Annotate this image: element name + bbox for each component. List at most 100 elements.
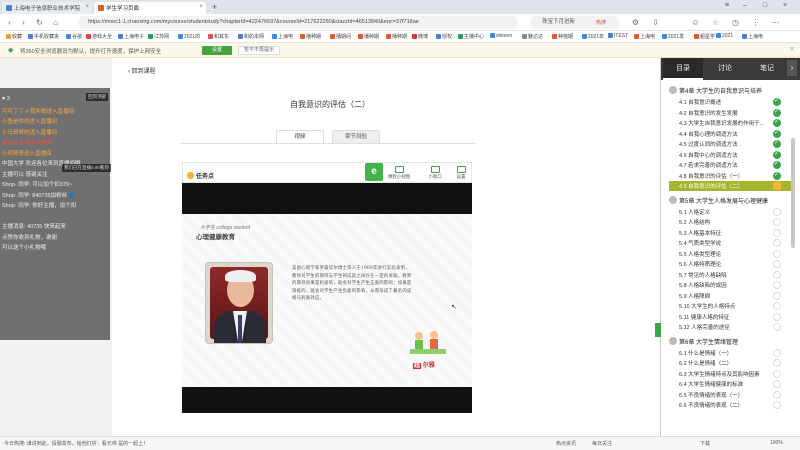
side-toggle-handle[interactable] xyxy=(655,323,661,337)
section-item[interactable]: 5.6 人格特质理论 xyxy=(679,260,783,268)
bookmark-item[interactable]: 上海电 xyxy=(272,33,293,40)
bookmark-item[interactable]: 江苏网 xyxy=(148,33,169,40)
section-item[interactable]: 4.6 自我中心的调适方法 xyxy=(679,151,783,159)
section-item[interactable]: 5.8 人格缺陷的成因 xyxy=(679,281,783,289)
settings-button[interactable]: 设置 xyxy=(449,166,473,180)
bookmark-item[interactable]: 超星学 xyxy=(694,33,715,40)
bookmark-item[interactable]: 2021 xyxy=(716,33,733,39)
section-item[interactable]: 5.11 健康人格的特征 xyxy=(679,313,783,321)
bookmark-item[interactable]: 2021年 xyxy=(582,33,604,40)
section-item[interactable]: 5.3 人格基本特征 xyxy=(679,229,783,237)
bookmark-item[interactable]: 上海电 xyxy=(634,33,655,40)
dismiss-notice-button[interactable]: 暂不不再提示 xyxy=(238,46,280,55)
bookmark-item[interactable]: 播种期 xyxy=(300,33,321,40)
bookmark-item[interactable]: 微博 xyxy=(412,33,428,40)
menu-icon[interactable]: ≡ xyxy=(720,2,734,9)
close-tab-icon[interactable]: × xyxy=(85,4,89,10)
section-item[interactable]: 6.6 不良情绪的表现（二） xyxy=(679,401,783,409)
section-item[interactable]: 6.1 什么是情绪（一） xyxy=(679,349,783,357)
zoom-level[interactable]: 100% xyxy=(770,440,783,446)
refresh-icon[interactable]: ↻ xyxy=(34,17,45,28)
section-item[interactable]: 5.2 人格结构 xyxy=(679,218,783,226)
tools-icon[interactable]: ⋮ xyxy=(750,17,761,28)
bookmark-item[interactable]: 魅达达 xyxy=(522,33,543,40)
bookmark-item[interactable]: 上海电子 xyxy=(118,33,144,40)
close-notice-icon[interactable]: × xyxy=(790,46,794,53)
bookmark-item[interactable]: 播期间 xyxy=(330,33,351,40)
bookmark-item[interactable]: 上海电 xyxy=(742,33,763,40)
hot-search-label[interactable]: 热搜 xyxy=(596,19,606,26)
section-item[interactable]: 5.4 气质类型学说 xyxy=(679,239,783,247)
chapter-heading[interactable]: 第4章 大学生的自我意识与培养 xyxy=(669,86,793,95)
close-tab-icon[interactable]: × xyxy=(199,4,203,10)
section-item[interactable]: 4.3 大学生自我意识发展的作用于... xyxy=(679,119,783,127)
bookmark-item[interactable]: 游戏大全 xyxy=(86,33,112,40)
status-news[interactable]: 今日热搜: 谁说到此，投融发布，给他打折：看元帅 是的一起上！ xyxy=(4,440,148,447)
status-item[interactable]: 每日关注 xyxy=(592,440,612,447)
section-item[interactable]: 5.7 常见的人格缺陷 xyxy=(679,271,783,279)
set-default-button[interactable]: 设置 xyxy=(202,46,232,55)
section-item[interactable]: 4.1 自我意识概述 xyxy=(679,98,783,106)
chapter-heading[interactable]: 第6章 大学生情绪管理 xyxy=(669,336,793,346)
maximize-icon[interactable]: □ xyxy=(758,2,772,9)
section-item[interactable]: 5.1 人格定义 xyxy=(679,208,783,216)
search-field[interactable]: 珠宝下月进新 xyxy=(530,16,620,29)
section-item[interactable]: 6.4 大学生情绪健康的标准 xyxy=(679,380,783,388)
new-tab-button[interactable]: + xyxy=(212,2,217,12)
bookmark-item[interactable]: 谷歌 xyxy=(66,33,82,40)
section-item[interactable]: 5.9 人格障碍 xyxy=(679,292,783,300)
section-item[interactable]: 6.2 什么是情绪（二） xyxy=(679,359,783,367)
user-icon[interactable]: ☺ xyxy=(690,17,701,28)
bookmark-item[interactable]: shinem xyxy=(490,33,512,39)
bookmark-item[interactable]: 主播中心 xyxy=(458,33,484,40)
section-item[interactable]: 4.2 自我意识的发生发展 xyxy=(679,109,783,117)
tab-chapter-quiz[interactable]: 章节测验 xyxy=(332,130,380,144)
more-icon[interactable]: ⋯ xyxy=(770,17,781,28)
bookmark-item[interactable]: 种植期 xyxy=(552,33,573,40)
star-icon[interactable]: ☆ xyxy=(710,17,721,28)
url-field[interactable]: https://mooc1-1.chaoxing.com/mycourse/st… xyxy=(78,16,518,29)
section-item[interactable]: 6.5 不良情绪的表现（一） xyxy=(679,391,783,399)
section-item[interactable]: 5.10 大学生的人格特点 xyxy=(679,302,783,310)
overlay-tip[interactable]: 回到顶部 xyxy=(86,93,108,101)
bookmark-item[interactable]: 和的本网 xyxy=(238,33,264,40)
close-window-icon[interactable]: × xyxy=(778,2,792,9)
tab-catalog[interactable]: 目录 xyxy=(663,58,703,80)
bookmark-item[interactable]: 授权 xyxy=(436,33,452,40)
bookmark-item[interactable]: 播种期 xyxy=(386,33,407,40)
history-icon[interactable]: ◷ xyxy=(730,17,741,28)
browser-tab-1[interactable]: 上海电子信息职业技术学院 × xyxy=(2,2,92,14)
chapter-heading[interactable]: 第5章 大学生人格发展与心理健康 xyxy=(669,195,793,205)
minimize-icon[interactable]: – xyxy=(738,2,752,9)
section-item[interactable]: 4.4 自我心理的调适方法 xyxy=(679,130,783,138)
download-icon[interactable]: ⇩ xyxy=(650,17,661,28)
bookmark-item[interactable]: 2021发 xyxy=(662,33,684,40)
bookmark-item[interactable]: 播种期 xyxy=(358,33,379,40)
outline-scrollbar[interactable] xyxy=(791,138,795,248)
section-item[interactable]: 4.9 自我意识的评估（二） xyxy=(679,182,783,190)
section-item[interactable]: 6.3 大学生情绪特点及其影响因素 xyxy=(679,370,783,378)
bookmark-item[interactable]: 和其东 xyxy=(208,33,229,40)
bookmark-item[interactable]: ITEST xyxy=(608,33,628,39)
section-item[interactable]: 5.5 人格类型理论 xyxy=(679,250,783,258)
tab-notes[interactable]: 笔记 xyxy=(747,58,787,80)
forward-icon[interactable]: › xyxy=(18,17,29,28)
bookmark-item[interactable]: 手机收藏夹 xyxy=(28,33,59,40)
bookmark-item[interactable]: 2021的 xyxy=(178,33,200,40)
status-item[interactable]: 热点资讯 xyxy=(556,440,576,447)
home-icon[interactable]: ⌂ xyxy=(50,17,61,28)
section-item[interactable]: 4.8 自我意识的评估（一） xyxy=(679,172,783,180)
mini-window-button[interactable]: 小窗口 xyxy=(423,166,447,180)
short-video-button[interactable]: 课程小视频 xyxy=(387,166,411,180)
section-item[interactable]: 4.7 若求完善的调适方法 xyxy=(679,161,783,169)
tab-discussion[interactable]: 讨论 xyxy=(705,58,745,80)
section-item[interactable]: 4.5 过度认同的调适方法 xyxy=(679,140,783,148)
status-item[interactable]: 下载 xyxy=(700,440,710,447)
collapse-panel-icon[interactable]: › xyxy=(787,60,797,76)
browser-tab-2[interactable]: 学生学习页面 × xyxy=(94,2,206,14)
bookmark-item[interactable]: 收藏 xyxy=(6,33,22,40)
back-icon[interactable]: ‹ xyxy=(4,17,15,28)
back-to-course-link[interactable]: ‹ 回到课程 xyxy=(128,66,156,75)
tab-video[interactable]: 视频 xyxy=(276,130,324,144)
extension-icon[interactable]: ⚙ xyxy=(630,17,641,28)
